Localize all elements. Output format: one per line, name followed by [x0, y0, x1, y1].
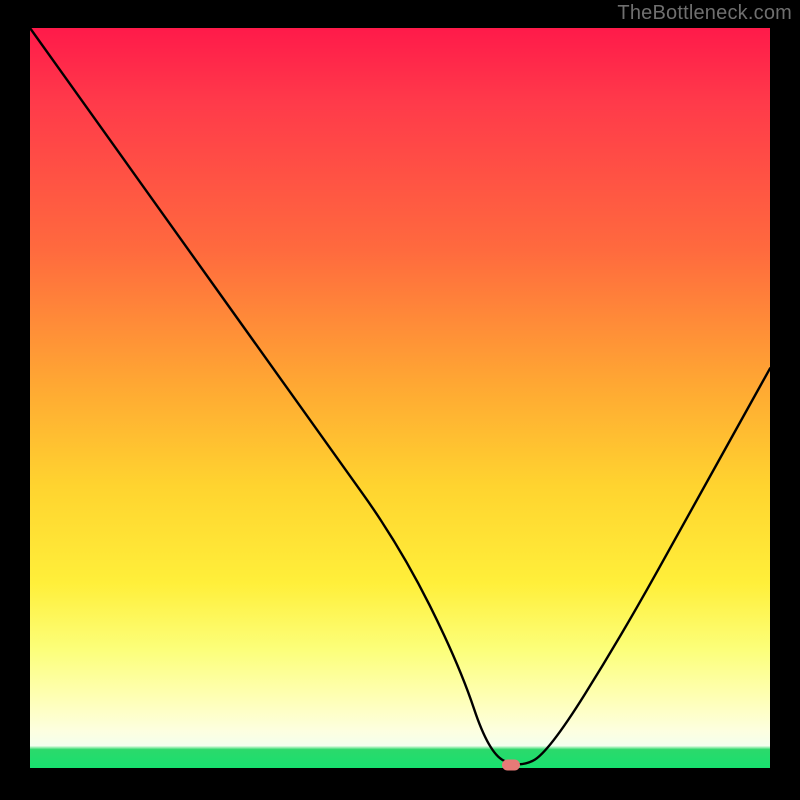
- curve-path: [30, 28, 770, 764]
- plot-area: [30, 28, 770, 768]
- chart-frame: TheBottleneck.com: [0, 0, 800, 800]
- bottleneck-curve: [30, 28, 770, 768]
- optimal-marker: [502, 760, 520, 771]
- watermark-label: TheBottleneck.com: [617, 2, 792, 25]
